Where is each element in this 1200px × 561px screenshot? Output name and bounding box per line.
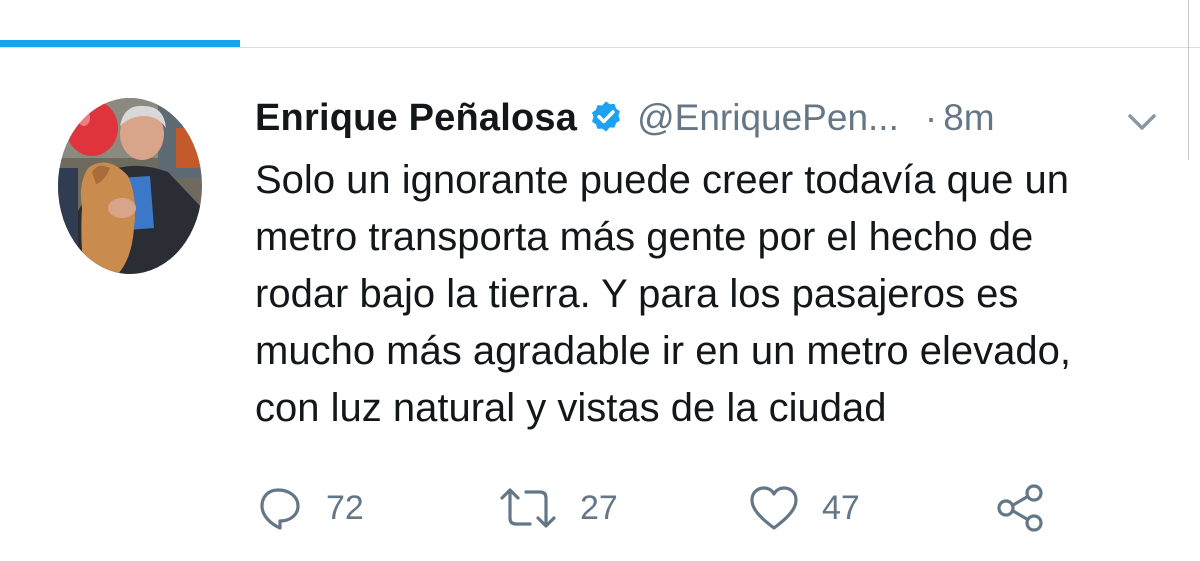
separator-dot: ·	[924, 97, 938, 138]
timestamp[interactable]: 8m	[943, 97, 994, 139]
tab-bar	[0, 0, 1200, 50]
reply-count: 72	[326, 488, 364, 527]
reply-button[interactable]: 72	[256, 478, 364, 538]
user-handle[interactable]: @EnriquePen...	[637, 97, 899, 139]
reply-icon	[256, 484, 304, 532]
retweet-button[interactable]: 27	[498, 478, 618, 538]
scrollbar	[1188, 0, 1189, 160]
heart-icon	[748, 484, 800, 532]
like-button[interactable]: 47	[748, 478, 860, 538]
retweet-icon	[498, 484, 558, 532]
like-count: 47	[822, 488, 860, 527]
chevron-down-icon[interactable]	[1122, 108, 1162, 136]
tab-divider	[0, 47, 1200, 48]
retweet-count: 27	[580, 488, 618, 527]
avatar-photo	[58, 98, 202, 274]
tweet-screen: Enrique Peñalosa @EnriquePen... · 8m Sol…	[0, 0, 1200, 561]
verified-badge-icon	[587, 99, 625, 137]
tweet-header: Enrique Peñalosa @EnriquePen... · 8m	[255, 88, 995, 148]
display-name[interactable]: Enrique Peñalosa	[255, 97, 577, 140]
tweet-text: Solo un ignorante puede creer todavía qu…	[255, 158, 1072, 430]
share-button[interactable]	[994, 478, 1046, 538]
avatar[interactable]	[58, 98, 202, 274]
share-icon	[994, 482, 1046, 534]
